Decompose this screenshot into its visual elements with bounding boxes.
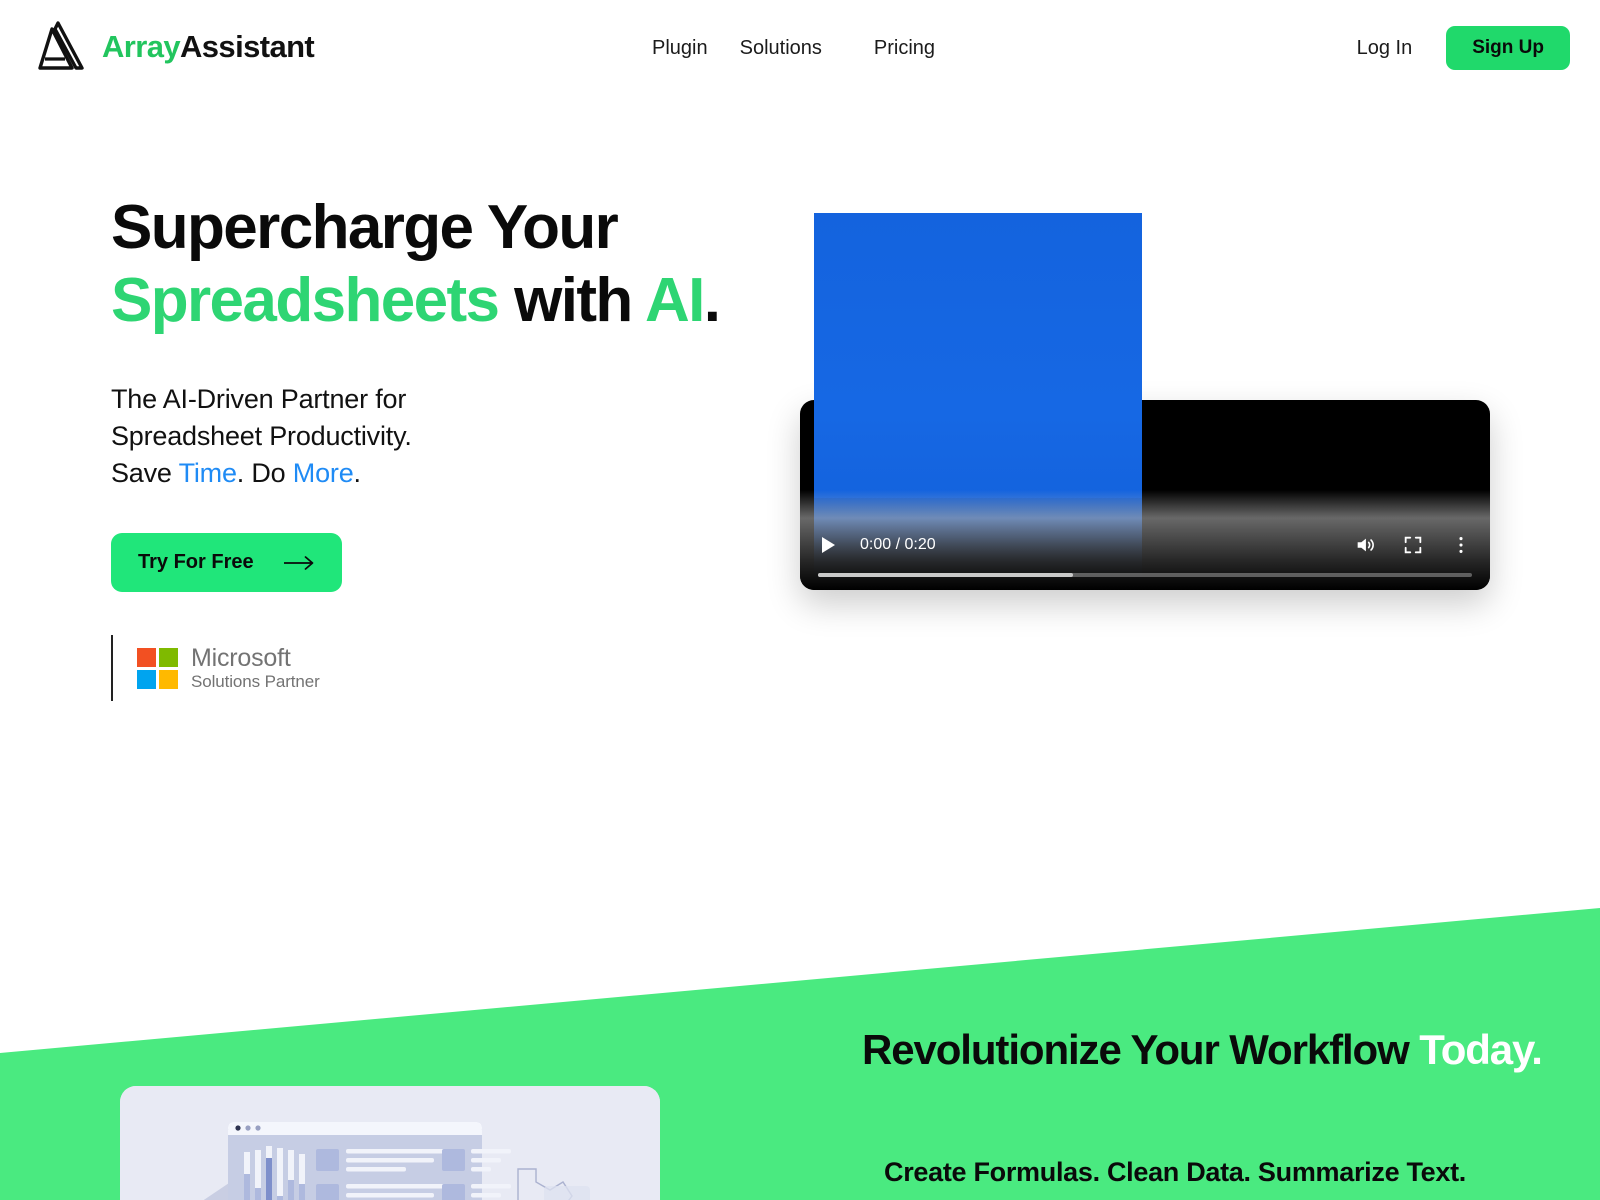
- cta-label: Try For Free: [138, 551, 254, 574]
- video-progress-bar[interactable]: [818, 573, 1472, 577]
- illustration-graphic: [120, 1086, 660, 1200]
- subtitle-end: .: [353, 458, 362, 489]
- brand-name-second: Assistant: [180, 28, 315, 64]
- brand-name-first: Array: [102, 28, 181, 64]
- play-icon[interactable]: [818, 535, 838, 555]
- headline-line-2: Spreadsheets with AI.: [111, 265, 731, 338]
- headline-period: .: [703, 265, 721, 335]
- video-poster-upper: [814, 213, 1142, 498]
- partner-subtitle: Solutions Partner: [191, 672, 320, 692]
- signup-button[interactable]: Sign Up: [1446, 26, 1570, 70]
- hero-subtitle: The AI-Driven Partner for Spreadsheet Pr…: [111, 381, 731, 492]
- video-time-label: 0:00 / 0:20: [860, 536, 936, 553]
- header-actions: Log In Sign Up: [1357, 26, 1570, 70]
- landing-page: ArrayAssistant Plugin Solutions Pricing …: [0, 0, 1600, 1200]
- try-for-free-button[interactable]: Try For Free: [111, 533, 342, 593]
- brand-name: ArrayAssistant: [102, 28, 315, 64]
- hero-content: Supercharge Your Spreadsheets with AI. T…: [111, 192, 731, 702]
- subtitle-line-2: Spreadsheet Productivity.: [111, 421, 412, 452]
- ms-square-blue: [137, 669, 156, 689]
- video-progress-fill: [818, 573, 1074, 577]
- partner-text: Microsoft Solutions Partner: [191, 645, 320, 691]
- ms-square-yellow: [159, 669, 178, 689]
- volume-icon[interactable]: [1354, 534, 1376, 556]
- green-title-black: Revolutionize Your Workflow: [862, 1026, 1420, 1073]
- main-nav: Plugin Solutions Pricing: [652, 33, 951, 63]
- headline-with: with: [498, 265, 645, 335]
- microsoft-logo-icon: [137, 647, 178, 689]
- green-section-title: Revolutionize Your Workflow Today.: [862, 1026, 1543, 1073]
- headline-spreadsheets: Spreadsheets: [111, 265, 500, 335]
- fullscreen-icon[interactable]: [1402, 534, 1424, 556]
- video-controls-row: 0:00 / 0:20: [800, 528, 1490, 562]
- microsoft-partner-badge: Microsoft Solutions Partner: [111, 635, 731, 702]
- site-header: ArrayAssistant Plugin Solutions Pricing …: [0, 0, 1600, 92]
- array-logo-icon: [38, 21, 84, 70]
- green-title-white: Today.: [1419, 1026, 1543, 1073]
- page-title: Supercharge Your Spreadsheets with AI.: [111, 192, 731, 337]
- ms-square-red: [137, 647, 156, 667]
- subtitle-line-1: The AI-Driven Partner for: [111, 384, 407, 415]
- nav-pricing[interactable]: Pricing: [858, 33, 951, 63]
- more-vertical-icon[interactable]: [1450, 534, 1472, 556]
- green-section-subtitle: Create Formulas. Clean Data. Summarize T…: [884, 1157, 1467, 1187]
- headline-ai: AI: [644, 265, 705, 335]
- subtitle-mid: . Do: [236, 458, 293, 489]
- subtitle-line-3: Save Time. Do More.: [111, 455, 731, 492]
- subtitle-save: Save: [111, 458, 179, 489]
- arrow-right-icon: [283, 555, 313, 570]
- login-link[interactable]: Log In: [1357, 37, 1413, 60]
- nav-solutions[interactable]: Solutions: [724, 33, 858, 63]
- video-controls-bar: 0:00 / 0:20: [800, 490, 1490, 590]
- spreadsheet-dashboard-illustration: [120, 1086, 660, 1200]
- brand-logo[interactable]: ArrayAssistant: [32, 20, 315, 72]
- nav-plugin[interactable]: Plugin: [652, 33, 724, 63]
- subtitle-time: Time: [178, 458, 237, 489]
- ms-square-green: [159, 647, 178, 667]
- subtitle-more: More: [292, 458, 354, 489]
- partner-title: Microsoft: [191, 643, 291, 672]
- headline-line-1: Supercharge Your: [111, 193, 619, 262]
